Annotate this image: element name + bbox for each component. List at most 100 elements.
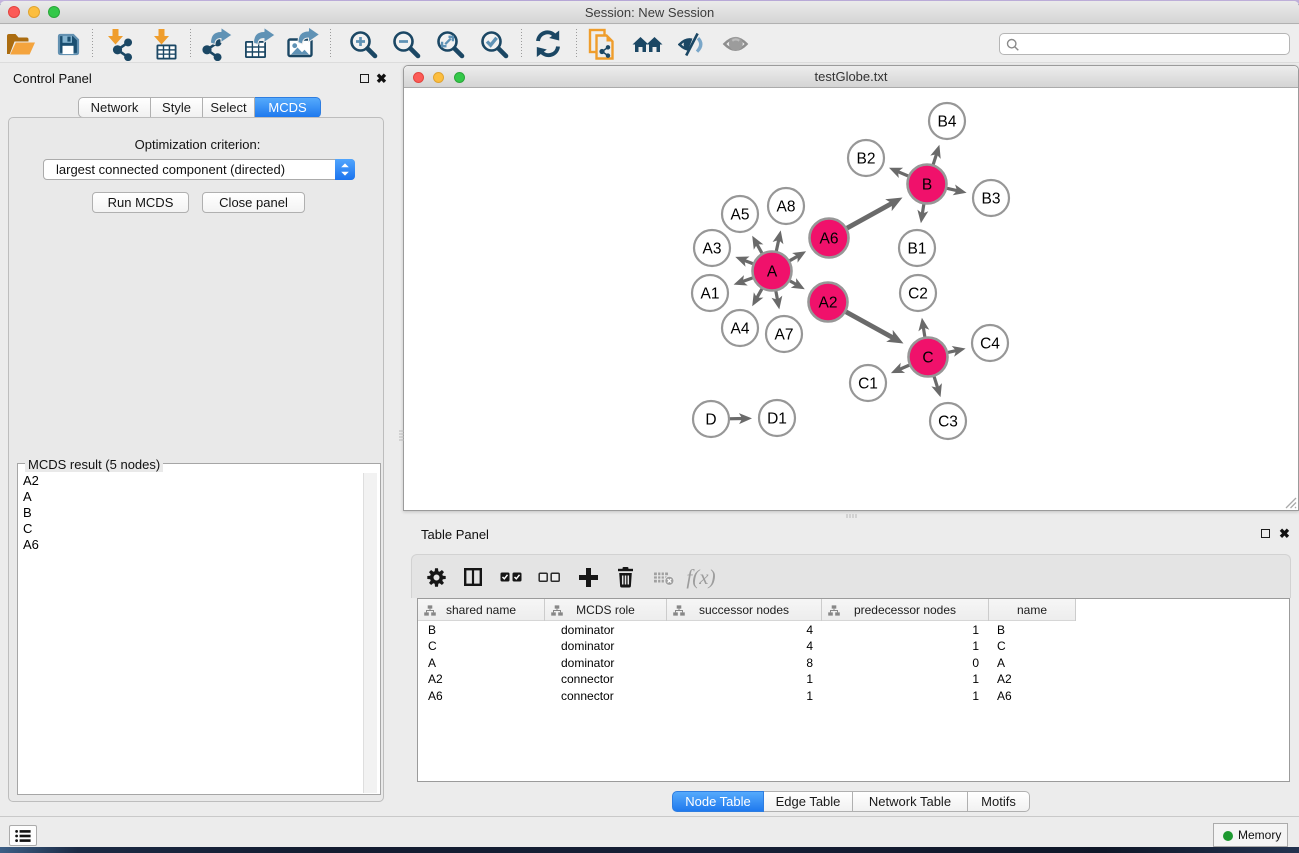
graph-edge-A6-B[interactable] bbox=[844, 198, 902, 230]
zoom-selected-icon[interactable] bbox=[476, 27, 510, 61]
search-input[interactable] bbox=[1022, 35, 1282, 53]
network-window-titlebar[interactable]: testGlobe.txt bbox=[404, 66, 1298, 88]
zoom-in-icon[interactable] bbox=[345, 27, 379, 61]
node-table[interactable]: shared name MCDS role successor nodes pr… bbox=[417, 598, 1290, 782]
table-cell: dominator bbox=[561, 638, 661, 655]
export-table-icon[interactable] bbox=[243, 27, 277, 61]
tab-edge-table[interactable]: Edge Table bbox=[764, 791, 853, 812]
graph-node-A[interactable]: A bbox=[753, 252, 792, 291]
deselect-all-icon[interactable] bbox=[532, 559, 566, 595]
graph-edge-A-A4[interactable] bbox=[752, 286, 763, 306]
duplicate-network-icon[interactable] bbox=[587, 27, 621, 61]
search-box[interactable] bbox=[999, 33, 1290, 55]
hide-selected-icon[interactable] bbox=[674, 27, 708, 61]
table-row[interactable]: A2connector11A2 bbox=[418, 671, 1289, 688]
graph-edge-D-D1[interactable] bbox=[727, 413, 752, 424]
table-close-icon[interactable]: ✖ bbox=[1279, 529, 1290, 539]
result-item[interactable]: C bbox=[19, 521, 363, 537]
tab-motifs[interactable]: Motifs bbox=[968, 791, 1030, 812]
task-history-button[interactable] bbox=[9, 825, 37, 846]
graph-node-C4[interactable]: C4 bbox=[972, 325, 1008, 361]
close-panel-icon[interactable]: ✖ bbox=[376, 74, 387, 84]
show-column-icon[interactable] bbox=[456, 559, 490, 595]
table-mode-gear-icon[interactable] bbox=[419, 559, 453, 595]
table-cell: dominator bbox=[561, 655, 661, 672]
new-column-icon[interactable] bbox=[571, 559, 605, 595]
splitter-grip-vertical[interactable] bbox=[398, 429, 405, 443]
graph-node-C[interactable]: C bbox=[909, 338, 948, 377]
zoom-fit-icon[interactable] bbox=[432, 27, 466, 61]
column-header-predecessor-nodes[interactable]: predecessor nodes bbox=[822, 599, 989, 621]
table-panel: Table Panel ✖ f(x) shared name MCDS role… bbox=[403, 521, 1299, 816]
open-session-icon[interactable] bbox=[3, 27, 37, 61]
criterion-dropdown[interactable]: largest connected component (directed) bbox=[43, 159, 355, 180]
column-header-name[interactable]: name bbox=[989, 599, 1076, 621]
export-network-icon[interactable] bbox=[200, 27, 234, 61]
column-label: MCDS role bbox=[576, 603, 635, 617]
float-panel-icon[interactable] bbox=[360, 74, 369, 83]
export-image-icon[interactable] bbox=[286, 27, 320, 61]
graph-node-A3[interactable]: A3 bbox=[694, 230, 730, 266]
save-session-icon[interactable] bbox=[51, 27, 85, 61]
graph-node-A6[interactable]: A6 bbox=[810, 219, 849, 258]
result-item[interactable]: A2 bbox=[19, 473, 363, 489]
svg-text:D1: D1 bbox=[767, 411, 787, 428]
tab-node-table[interactable]: Node Table bbox=[672, 791, 764, 812]
app-titlebar[interactable]: Session: New Session bbox=[0, 1, 1299, 24]
delete-columns-icon[interactable] bbox=[608, 559, 642, 595]
apply-layout-icon[interactable] bbox=[531, 27, 565, 61]
graph-edge-A-A5[interactable] bbox=[752, 236, 763, 256]
select-all-icon[interactable] bbox=[494, 559, 528, 595]
graph-node-B1[interactable]: B1 bbox=[899, 230, 935, 266]
tab-select[interactable]: Select bbox=[203, 97, 255, 118]
import-table-icon[interactable] bbox=[147, 27, 181, 61]
graph-node-A4[interactable]: A4 bbox=[722, 310, 758, 346]
mcds-result-list[interactable]: A2ABCA6 bbox=[19, 473, 363, 793]
graph-node-D[interactable]: D bbox=[693, 401, 729, 437]
graph-node-A2[interactable]: A2 bbox=[809, 283, 848, 322]
table-float-icon[interactable] bbox=[1261, 529, 1270, 538]
import-network-icon[interactable] bbox=[104, 27, 138, 61]
window-resize-grip[interactable] bbox=[1284, 496, 1297, 509]
graph-node-B2[interactable]: B2 bbox=[848, 140, 884, 176]
first-neighbors-icon[interactable] bbox=[630, 27, 664, 61]
graph-node-C1[interactable]: C1 bbox=[850, 365, 886, 401]
graph-node-C2[interactable]: C2 bbox=[900, 275, 936, 311]
graph-node-B[interactable]: B bbox=[908, 165, 947, 204]
close-panel-button[interactable]: Close panel bbox=[202, 192, 305, 213]
graph-edge-C-C3[interactable] bbox=[931, 374, 942, 397]
table-row[interactable]: Cdominator41C bbox=[418, 638, 1289, 655]
table-row[interactable]: A6connector11A6 bbox=[418, 688, 1289, 705]
graph-node-A8[interactable]: A8 bbox=[768, 188, 804, 224]
graph-node-A5[interactable]: A5 bbox=[722, 196, 758, 232]
tab-network[interactable]: Network bbox=[78, 97, 151, 118]
run-mcds-button[interactable]: Run MCDS bbox=[92, 192, 189, 213]
memory-status-dot bbox=[1223, 831, 1233, 841]
column-header-shared-name[interactable]: shared name bbox=[418, 599, 545, 621]
column-header-successor-nodes[interactable]: successor nodes bbox=[667, 599, 822, 621]
zoom-out-icon[interactable] bbox=[388, 27, 422, 61]
table-row[interactable]: Bdominator41B bbox=[418, 622, 1289, 639]
column-header-MCDS-role[interactable]: MCDS role bbox=[545, 599, 667, 621]
tab-style[interactable]: Style bbox=[151, 97, 203, 118]
tab-mcds[interactable]: MCDS bbox=[255, 97, 321, 118]
graph-node-B4[interactable]: B4 bbox=[929, 103, 965, 139]
graph-node-C3[interactable]: C3 bbox=[930, 403, 966, 439]
toolbar-separator bbox=[330, 29, 331, 59]
graph-node-D1[interactable]: D1 bbox=[759, 400, 795, 436]
graph-node-A7[interactable]: A7 bbox=[766, 316, 802, 352]
result-item[interactable]: A bbox=[19, 489, 363, 505]
result-item[interactable]: B bbox=[19, 505, 363, 521]
network-graph-canvas[interactable]: B4 B2 B B3 A8 A5 A6 A3 B1 A A1 C2 A2 A4A7 C4 C C1 C3 D D1 bbox=[404, 88, 1298, 510]
table-row[interactable]: Adominator80A bbox=[418, 655, 1289, 672]
graph-node-A1[interactable]: A1 bbox=[692, 275, 728, 311]
graph-edge-A2-C[interactable] bbox=[843, 310, 903, 343]
result-item[interactable]: A6 bbox=[19, 537, 363, 553]
show-all-icon[interactable] bbox=[718, 27, 752, 61]
result-scrollbar[interactable] bbox=[363, 473, 377, 793]
memory-button[interactable]: Memory bbox=[1213, 823, 1288, 847]
svg-text:A3: A3 bbox=[703, 241, 722, 258]
splitter-grip-horizontal[interactable] bbox=[845, 513, 859, 519]
graph-node-B3[interactable]: B3 bbox=[973, 180, 1009, 216]
tab-network-table[interactable]: Network Table bbox=[853, 791, 968, 812]
